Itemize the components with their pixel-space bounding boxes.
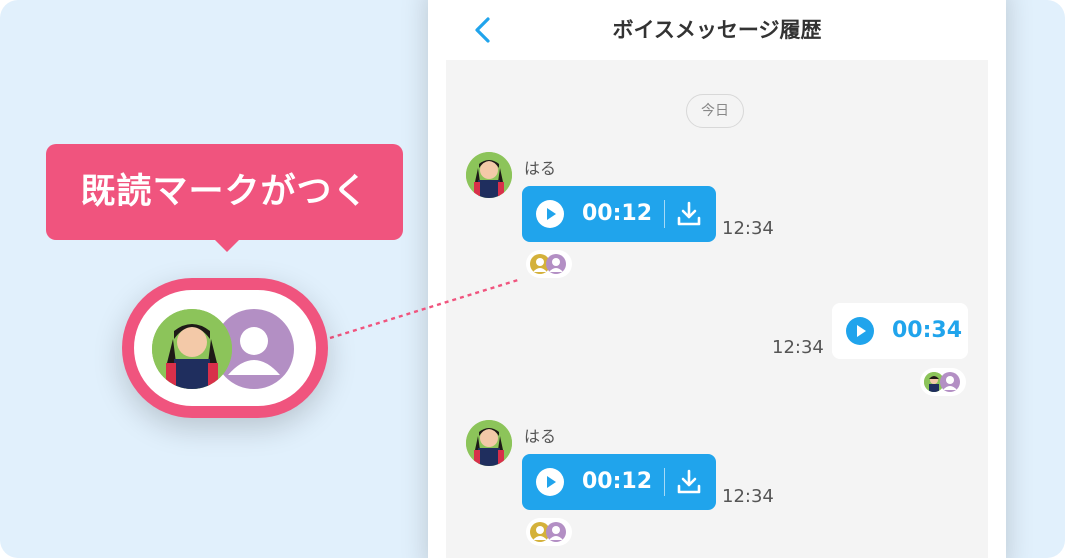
phone-screen: ボイスメッセージ履歴 今日 はる 00:12 12:34 12:34 00:34… bbox=[428, 0, 1006, 558]
date-separator: 今日 bbox=[686, 94, 744, 128]
child-photo-icon bbox=[152, 309, 232, 389]
user-silhouette-icon bbox=[549, 258, 563, 272]
sender-avatar[interactable] bbox=[466, 152, 512, 198]
sender-name: はる bbox=[524, 159, 557, 178]
download-button[interactable] bbox=[676, 200, 702, 228]
voice-message-bubble[interactable]: 00:34 bbox=[832, 303, 968, 359]
bubble-divider bbox=[664, 468, 665, 496]
page-title: ボイスメッセージ履歴 bbox=[612, 18, 822, 42]
voice-duration: 00:12 bbox=[582, 201, 653, 226]
bubble-divider bbox=[664, 200, 665, 228]
app-header: ボイスメッセージ履歴 bbox=[446, 0, 988, 60]
read-receipt bbox=[526, 250, 572, 278]
message-time: 12:34 bbox=[772, 337, 824, 358]
read-receipt bbox=[920, 368, 966, 396]
download-icon bbox=[677, 201, 701, 226]
read-receipt-magnified bbox=[122, 278, 328, 418]
user-silhouette-icon bbox=[943, 376, 957, 390]
voice-duration: 00:34 bbox=[892, 318, 963, 343]
read-avatar bbox=[546, 254, 566, 274]
back-button[interactable] bbox=[468, 14, 500, 46]
read-avatar bbox=[546, 522, 566, 542]
read-avatar bbox=[152, 309, 232, 389]
play-button[interactable] bbox=[846, 317, 874, 345]
user-silhouette-icon bbox=[549, 526, 563, 540]
play-button[interactable] bbox=[536, 200, 564, 228]
child-photo-icon bbox=[466, 152, 512, 198]
child-photo-icon bbox=[466, 420, 512, 466]
sender-name: はる bbox=[524, 427, 557, 446]
message-time: 12:34 bbox=[722, 218, 774, 239]
sender-avatar[interactable] bbox=[466, 420, 512, 466]
download-icon bbox=[677, 469, 701, 494]
feature-callout: 既読マークがつく bbox=[46, 144, 403, 252]
download-button[interactable] bbox=[676, 468, 702, 496]
chevron-left-icon bbox=[475, 17, 490, 43]
callout-text: 既読マークがつく bbox=[80, 172, 369, 212]
read-receipt bbox=[526, 518, 572, 546]
play-button[interactable] bbox=[536, 468, 564, 496]
voice-duration: 00:12 bbox=[582, 469, 653, 494]
read-receipt-inner bbox=[134, 290, 316, 406]
message-time: 12:34 bbox=[722, 486, 774, 507]
promo-canvas: ボイスメッセージ履歴 今日 はる 00:12 12:34 12:34 00:34… bbox=[0, 0, 1065, 558]
voice-message-bubble[interactable]: 00:12 bbox=[522, 186, 716, 242]
read-avatar bbox=[940, 372, 960, 392]
voice-message-bubble[interactable]: 00:12 bbox=[522, 454, 716, 510]
